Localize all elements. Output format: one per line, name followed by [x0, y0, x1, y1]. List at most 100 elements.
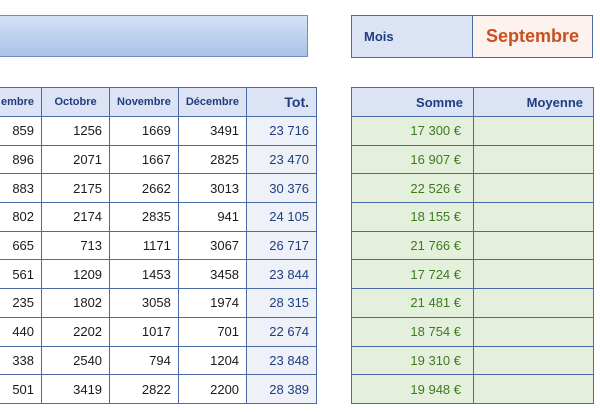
data-cell[interactable]: 2540: [41, 345, 111, 376]
total-cell[interactable]: 24 105: [246, 202, 318, 232]
somme-cell[interactable]: 18 155 €: [351, 202, 474, 232]
moyenne-cell[interactable]: [473, 259, 594, 290]
table-row: 21 481 €: [351, 288, 594, 318]
table-row: 22 526 €: [351, 173, 594, 204]
col-header-somme[interactable]: Somme: [351, 87, 474, 117]
table-row: 896 2071 1667 2825 23 470: [0, 144, 318, 175]
data-cell[interactable]: 3058: [109, 288, 179, 318]
data-cell[interactable]: 713: [41, 230, 111, 261]
col-header-decembre[interactable]: Décembre: [177, 87, 248, 117]
total-cell[interactable]: 23 470: [246, 144, 318, 175]
total-cell[interactable]: 28 389: [246, 374, 318, 404]
data-cell[interactable]: 1974: [177, 288, 248, 318]
table-row: 19 948 €: [351, 374, 594, 404]
monthly-data-table: embre Octobre Novembre Décembre Tot. 859…: [0, 87, 318, 404]
somme-cell[interactable]: 22 526 €: [351, 173, 474, 204]
data-cell[interactable]: 501: [0, 374, 43, 404]
table-row: 235 1802 3058 1974 28 315: [0, 288, 318, 318]
data-cell[interactable]: 665: [0, 230, 43, 261]
data-cell[interactable]: 3419: [41, 374, 111, 404]
table-row: 883 2175 2662 3013 30 376: [0, 173, 318, 204]
data-cell[interactable]: 1204: [177, 345, 248, 376]
title-banner: [0, 15, 308, 57]
data-cell[interactable]: 2662: [109, 173, 179, 204]
table-row: 18 754 €: [351, 316, 594, 347]
moyenne-cell[interactable]: [473, 202, 594, 232]
data-cell[interactable]: 235: [0, 288, 43, 318]
data-cell[interactable]: 1209: [41, 259, 111, 290]
table-row: 859 1256 1669 3491 23 716: [0, 116, 318, 146]
month-value-cell[interactable]: Septembre: [473, 16, 592, 57]
summary-table: Somme Moyenne 17 300 €16 907 €22 526 €18…: [351, 87, 594, 404]
moyenne-cell[interactable]: [473, 230, 594, 261]
data-cell[interactable]: 1667: [109, 144, 179, 175]
data-cell[interactable]: 1802: [41, 288, 111, 318]
data-cell[interactable]: 2202: [41, 316, 111, 347]
total-cell[interactable]: 26 717: [246, 230, 318, 261]
total-cell[interactable]: 28 315: [246, 288, 318, 318]
somme-cell[interactable]: 21 481 €: [351, 288, 474, 318]
data-cell[interactable]: 2175: [41, 173, 111, 204]
data-cell[interactable]: 701: [177, 316, 248, 347]
moyenne-cell[interactable]: [473, 374, 594, 404]
data-cell[interactable]: 802: [0, 202, 43, 232]
table-row: 18 155 €: [351, 202, 594, 232]
data-cell[interactable]: 859: [0, 116, 43, 146]
table-row: 17 724 €: [351, 259, 594, 290]
total-cell[interactable]: 30 376: [246, 173, 318, 204]
data-cell[interactable]: 3067: [177, 230, 248, 261]
table-row: 501 3419 2822 2200 28 389: [0, 374, 318, 404]
moyenne-cell[interactable]: [473, 316, 594, 347]
moyenne-cell[interactable]: [473, 116, 594, 146]
data-cell[interactable]: 883: [0, 173, 43, 204]
somme-cell[interactable]: 18 754 €: [351, 316, 474, 347]
data-cell[interactable]: 1171: [109, 230, 179, 261]
total-cell[interactable]: 23 716: [246, 116, 318, 146]
data-cell[interactable]: 1453: [109, 259, 179, 290]
total-cell[interactable]: 22 674: [246, 316, 318, 347]
table-row: 338 2540 794 1204 23 848: [0, 345, 318, 376]
data-cell[interactable]: 3491: [177, 116, 248, 146]
data-cell[interactable]: 3013: [177, 173, 248, 204]
col-header-novembre[interactable]: Novembre: [109, 87, 179, 117]
total-cell[interactable]: 23 848: [246, 345, 318, 376]
data-cell[interactable]: 338: [0, 345, 43, 376]
somme-cell[interactable]: 19 948 €: [351, 374, 474, 404]
table-row: 440 2202 1017 701 22 674: [0, 316, 318, 347]
data-cell[interactable]: 896: [0, 144, 43, 175]
data-cell[interactable]: 2174: [41, 202, 111, 232]
somme-cell[interactable]: 16 907 €: [351, 144, 474, 175]
table-row: 665 713 1171 3067 26 717: [0, 230, 318, 261]
data-cell[interactable]: 1669: [109, 116, 179, 146]
col-header-moyenne[interactable]: Moyenne: [473, 87, 594, 117]
data-cell[interactable]: 561: [0, 259, 43, 290]
month-label: Mois: [352, 16, 473, 57]
data-cell[interactable]: 1017: [109, 316, 179, 347]
data-cell[interactable]: 2825: [177, 144, 248, 175]
moyenne-cell[interactable]: [473, 288, 594, 318]
data-cell[interactable]: 2835: [109, 202, 179, 232]
col-header-octobre[interactable]: Octobre: [41, 87, 111, 117]
somme-cell[interactable]: 19 310 €: [351, 345, 474, 376]
data-cell[interactable]: 1256: [41, 116, 111, 146]
total-cell[interactable]: 23 844: [246, 259, 318, 290]
data-cell[interactable]: 2200: [177, 374, 248, 404]
col-header-septembre[interactable]: embre: [0, 87, 43, 117]
somme-cell[interactable]: 17 724 €: [351, 259, 474, 290]
table-row: 561 1209 1453 3458 23 844: [0, 259, 318, 290]
header-row: Somme Moyenne: [351, 87, 594, 117]
somme-cell[interactable]: 17 300 €: [351, 116, 474, 146]
somme-cell[interactable]: 21 766 €: [351, 230, 474, 261]
data-cell[interactable]: 2822: [109, 374, 179, 404]
data-cell[interactable]: 440: [0, 316, 43, 347]
table-row: 802 2174 2835 941 24 105: [0, 202, 318, 232]
moyenne-cell[interactable]: [473, 345, 594, 376]
data-cell[interactable]: 794: [109, 345, 179, 376]
table-row: 17 300 €: [351, 116, 594, 146]
col-header-total[interactable]: Tot.: [246, 87, 318, 117]
moyenne-cell[interactable]: [473, 144, 594, 175]
data-cell[interactable]: 941: [177, 202, 248, 232]
data-cell[interactable]: 2071: [41, 144, 111, 175]
data-cell[interactable]: 3458: [177, 259, 248, 290]
moyenne-cell[interactable]: [473, 173, 594, 204]
